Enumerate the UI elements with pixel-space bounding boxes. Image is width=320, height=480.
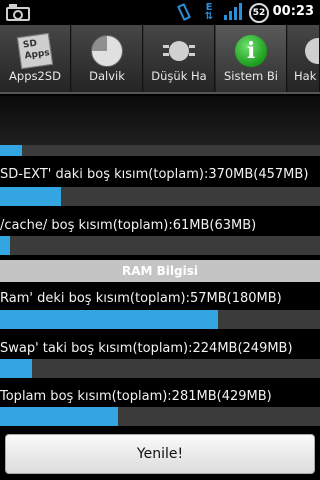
ram-section-header: RAM Bilgisi bbox=[0, 260, 320, 282]
vibrate-icon bbox=[176, 3, 192, 21]
tab-bar: Apps2SD Dalvik Düşük Ha i Sistem Bi Hak bbox=[0, 25, 320, 94]
swap-bar bbox=[0, 359, 320, 378]
signal-icon bbox=[224, 3, 244, 21]
tab-dusuk-ha[interactable]: Düşük Ha bbox=[144, 25, 215, 92]
status-bar: E ⇅ 52 00:23 bbox=[0, 0, 320, 25]
tab-sistem-bilgisi[interactable]: i Sistem Bi bbox=[216, 25, 287, 92]
tab-apps2sd[interactable]: Apps2SD bbox=[0, 25, 71, 92]
tab-label: Hak bbox=[294, 69, 317, 83]
info-icon: i bbox=[235, 35, 267, 67]
total-bar bbox=[0, 407, 320, 426]
battery-level: 52 bbox=[249, 3, 269, 23]
tab-label: Sistem Bi bbox=[223, 69, 278, 83]
cache-bar-fill bbox=[0, 236, 10, 255]
sd-apps-icon bbox=[16, 32, 54, 70]
tab-label: Dalvik bbox=[89, 69, 125, 83]
swap-label: Swap' taki boş kısım(toplam):224MB(249MB… bbox=[0, 341, 293, 356]
swap-bar-fill bbox=[0, 359, 32, 378]
cache-bar bbox=[0, 236, 320, 255]
pie-chart-icon bbox=[91, 35, 123, 67]
tab-hakkinda[interactable]: Hak bbox=[288, 25, 320, 92]
tab-dalvik[interactable]: Dalvik bbox=[72, 25, 143, 92]
camera-icon bbox=[6, 3, 30, 21]
tab-label: Apps2SD bbox=[9, 69, 61, 83]
edge-data-icon: E ⇅ bbox=[202, 3, 216, 22]
chip-icon bbox=[163, 35, 195, 67]
tab-label: Düşük Ha bbox=[151, 69, 207, 83]
system-info-panel: SD-EXT' daki boş kısım(toplam):370MB(457… bbox=[0, 96, 320, 480]
clock: 00:23 bbox=[272, 4, 314, 19]
refresh-button[interactable]: Yenile! bbox=[5, 434, 315, 474]
ram-bar-fill bbox=[0, 310, 218, 329]
cache-label: /cache/ boş kısım(toplam):61MB(63MB) bbox=[0, 218, 257, 233]
ram-label: Ram' deki boş kısım(toplam):57MB(180MB) bbox=[0, 291, 282, 306]
storage-top-bar bbox=[0, 145, 320, 156]
partial-icon bbox=[305, 38, 319, 64]
total-label: Toplam boş kısım(toplam):281MB(429MB) bbox=[0, 389, 272, 404]
sd-ext-label: SD-EXT' daki boş kısım(toplam):370MB(457… bbox=[0, 167, 309, 182]
sd-ext-bar bbox=[0, 187, 320, 206]
ram-bar bbox=[0, 310, 320, 329]
total-bar-fill bbox=[0, 407, 119, 426]
sd-ext-bar-fill bbox=[0, 187, 61, 206]
storage-top-bar-fill bbox=[0, 145, 23, 156]
battery-icon: 52 bbox=[248, 3, 270, 23]
